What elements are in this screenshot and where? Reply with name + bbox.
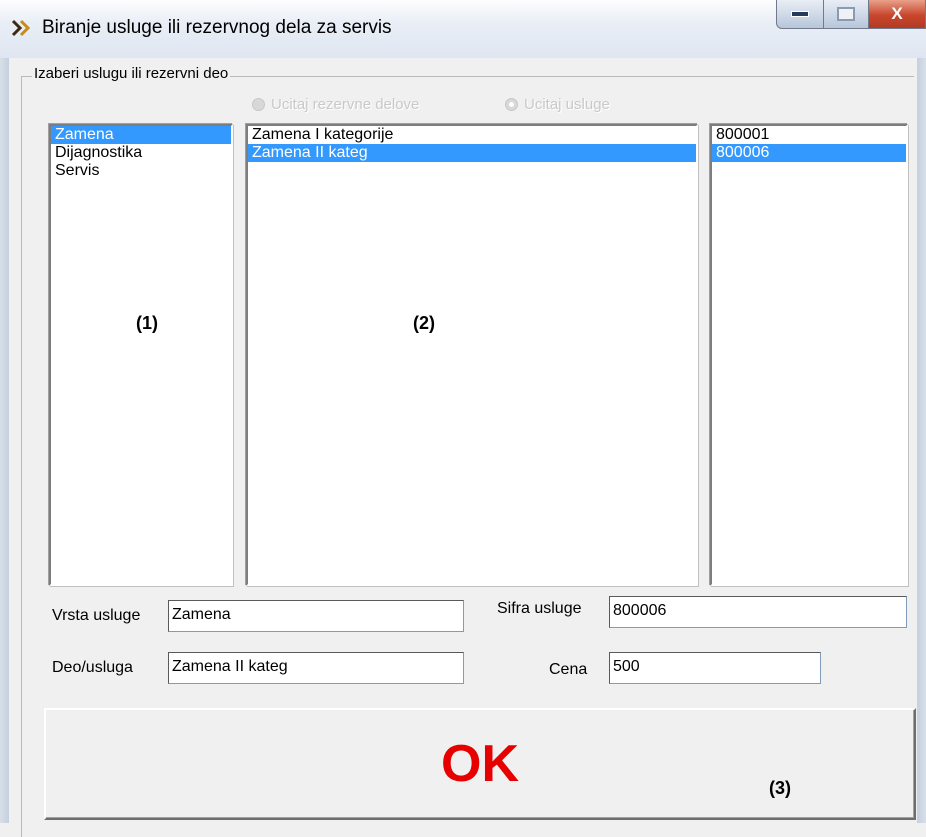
- list-item[interactable]: Dijagnostika: [51, 144, 231, 162]
- list-item[interactable]: Zamena I kategorije: [248, 126, 696, 144]
- window-controls: X: [776, 0, 926, 30]
- minimize-button[interactable]: [776, 0, 824, 29]
- part-service-label: Deo/usluga: [52, 659, 133, 676]
- service-list[interactable]: Zamena I kategorije Zamena II kateg: [246, 124, 698, 586]
- part-service-field[interactable]: Zamena II kateg: [168, 652, 464, 684]
- radio-indicator: [252, 98, 265, 111]
- window-frame-right: [917, 58, 926, 823]
- groupbox-label: Izaberi uslugu ili rezervni deo: [32, 65, 231, 82]
- maximize-icon: [837, 7, 855, 21]
- list-item[interactable]: 800001: [712, 126, 906, 144]
- app-icon: [11, 19, 31, 37]
- close-button[interactable]: X: [869, 0, 926, 29]
- radio-label: Ucitaj rezervne delove: [271, 96, 420, 113]
- service-code-list[interactable]: 800001 800006: [710, 124, 908, 586]
- maximize-button[interactable]: [824, 0, 869, 29]
- list-item[interactable]: Servis: [51, 162, 231, 180]
- list-item[interactable]: Zamena II kateg: [248, 144, 696, 162]
- service-type-list[interactable]: Zamena Dijagnostika Servis: [49, 124, 233, 586]
- minimize-icon: [791, 11, 809, 17]
- radio-indicator: [505, 98, 518, 111]
- price-label: Cena: [549, 661, 588, 678]
- list-item[interactable]: 800006: [712, 144, 906, 162]
- price-field[interactable]: 500: [609, 652, 821, 684]
- window-title: Biranje usluge ili rezervnog dela za ser…: [42, 17, 392, 38]
- service-type-label: Vrsta usluge: [52, 607, 141, 624]
- service-code-label: Sifra usluge: [497, 600, 582, 617]
- title-bar[interactable]: Biranje usluge ili rezervnog dela za ser…: [0, 0, 926, 59]
- radio-label: Ucitaj usluge: [524, 96, 610, 113]
- ok-button[interactable]: OK (3): [44, 708, 916, 820]
- radio-load-parts[interactable]: Ucitaj rezervne delove: [252, 96, 419, 113]
- close-icon: X: [891, 4, 903, 23]
- ok-marker: (3): [769, 778, 791, 798]
- radio-load-services[interactable]: Ucitaj usluge: [505, 96, 610, 113]
- list-marker-2: (2): [413, 313, 435, 333]
- service-type-field[interactable]: Zamena: [168, 600, 464, 632]
- service-code-field[interactable]: 800006: [609, 596, 907, 628]
- window-frame-left: [0, 58, 9, 823]
- list-item[interactable]: Zamena: [51, 126, 231, 144]
- list-marker-1: (1): [136, 313, 158, 333]
